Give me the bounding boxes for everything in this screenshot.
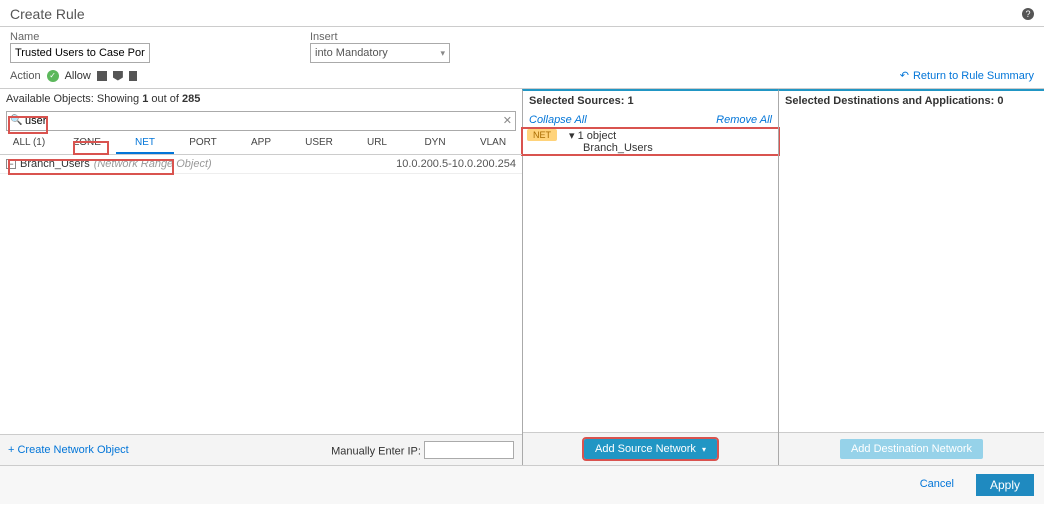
available-objects-panel: Available Objects: Showing 1 out of 285 … [0,89,522,465]
add-destination-network-button[interactable]: Add Destination Network [840,439,983,459]
tab-port[interactable]: PORT [174,133,232,154]
action-row: Action ✓ Allow ↶ Return to Rule Summary [0,63,1044,89]
collapse-all-link[interactable]: Collapse All [529,114,587,126]
rule-name-input[interactable] [10,43,150,63]
return-link[interactable]: ↶ Return to Rule Summary [900,69,1034,82]
source-object-group[interactable]: NET ▾ 1 object Branch_Users [523,129,778,154]
chevron-down-icon: ▾ [702,445,706,454]
name-label: Name [10,31,150,43]
object-type: (Network Range Object) [94,158,212,170]
selected-destinations-panel: Selected Destinations and Applications: … [778,89,1044,465]
remove-icon[interactable]: − [6,159,16,169]
remove-all-link[interactable]: Remove All [716,114,772,126]
tab-zone[interactable]: ZONE [58,133,116,154]
search-input[interactable] [6,111,516,131]
selected-sources-controls: Collapse All Remove All [523,111,778,129]
insert-select[interactable]: into Mandatory ▾ [310,43,450,63]
list-item[interactable]: − Branch_Users (Network Range Object) 10… [0,155,522,174]
dialog-title: Create Rule [10,6,85,22]
apply-button[interactable]: Apply [976,474,1034,496]
source-object-name: Branch_Users [569,142,653,154]
dialog-footer: Cancel Apply [0,465,1044,504]
net-badge: NET [527,129,557,141]
tab-user[interactable]: USER [290,133,348,154]
shield-icon[interactable] [97,71,107,81]
chevron-down-icon: ▾ [440,48,445,59]
tab-net[interactable]: NET [116,133,174,154]
object-name: Branch_Users [20,158,90,170]
selected-dest-header: Selected Destinations and Applications: … [779,91,1044,111]
tab-vlan[interactable]: VLAN [464,133,522,154]
clear-icon[interactable]: ✕ [503,114,512,127]
selected-sources-panel: Selected Sources: 1 Collapse All Remove … [522,89,778,465]
available-header: Available Objects: Showing 1 out of 285 [0,89,522,109]
manual-ip-label: Manually Enter IP: [331,446,421,458]
tab-all[interactable]: ALL (1) [0,133,58,154]
manual-ip-wrap: Manually Enter IP: [331,441,514,459]
create-network-object-link[interactable]: + Create Network Object [8,444,129,456]
tab-url[interactable]: URL [348,133,406,154]
insert-value: into Mandatory [315,47,388,59]
search-icon: 🔍 [10,115,22,126]
selected-sources-header: Selected Sources: 1 [523,91,778,111]
object-range: 10.0.200.5-10.0.200.254 [396,158,516,170]
return-arrow-icon: ↶ [900,69,909,82]
insert-label: Insert [310,31,450,43]
tag-icon[interactable] [113,71,123,81]
selected-dest-footer: Add Destination Network [779,432,1044,465]
tab-dyn[interactable]: DYN [406,133,464,154]
manual-ip-input[interactable] [424,441,514,459]
device-icon[interactable] [129,71,137,81]
search-wrap: 🔍 ✕ [0,109,522,133]
add-source-network-button[interactable]: Add Source Network▾ [584,439,717,459]
expand-icon[interactable]: ▾ [569,130,575,142]
selected-sources-footer: Add Source Network▾ [523,432,778,465]
available-footer: + Create Network Object Manually Enter I… [0,434,522,465]
action-label: Action [10,70,41,82]
action-value: Allow [65,70,91,82]
dialog-header: Create Rule ? [0,0,1044,27]
allow-icon: ✓ [47,70,59,82]
cancel-button[interactable]: Cancel [910,474,964,496]
form-row: Name Insert into Mandatory ▾ [0,27,1044,63]
tab-app[interactable]: APP [232,133,290,154]
object-type-tabs: ALL (1) ZONE NET PORT APP USER URL DYN V… [0,133,522,155]
help-icon[interactable]: ? [1022,8,1034,20]
